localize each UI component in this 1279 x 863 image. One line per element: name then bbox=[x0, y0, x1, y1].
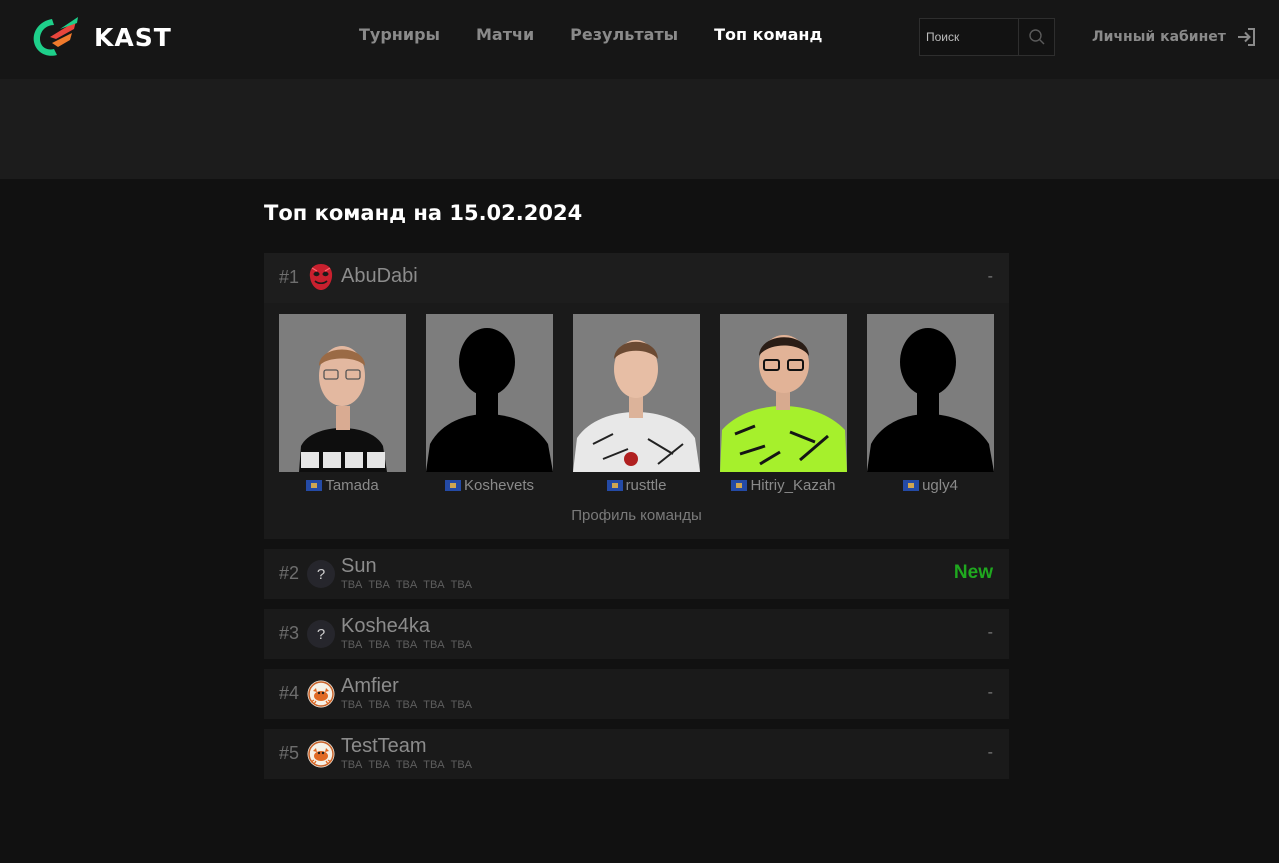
top-header: KAST Турниры Матчи Результаты Топ команд… bbox=[0, 0, 1279, 79]
team-row-sun[interactable]: #2 ? Sun TBA TBA TBA TBA TBA New bbox=[264, 549, 1009, 599]
question-logo-icon: ? bbox=[307, 620, 335, 648]
nav-results[interactable]: Результаты bbox=[570, 25, 678, 44]
team-trend: - bbox=[987, 268, 993, 285]
team-name[interactable]: Koshe4ka bbox=[341, 615, 430, 638]
kosovo-flag-icon bbox=[444, 480, 461, 491]
personal-cabinet-link[interactable]: Личный кабинет bbox=[1092, 27, 1256, 47]
player-name: Hitriy_Kazah bbox=[750, 477, 836, 494]
player-name: Koshevets bbox=[463, 477, 535, 494]
kosovo-flag-icon bbox=[731, 480, 748, 491]
team-name[interactable]: TestTeam bbox=[341, 735, 427, 758]
player-photo bbox=[279, 314, 406, 472]
player-name: rusttle bbox=[625, 477, 667, 494]
team-rank: #4 bbox=[279, 683, 300, 703]
team-rank: #3 bbox=[279, 623, 300, 643]
player-silhouette-icon bbox=[867, 314, 994, 472]
kast-logo-icon bbox=[33, 17, 78, 56]
nav-tournaments[interactable]: Турниры bbox=[359, 25, 440, 44]
team-card-abudabi: #1 AbuDabi - Tamada Koshevets rusttle Hi… bbox=[264, 253, 1009, 539]
kast-logo[interactable]: KAST bbox=[30, 15, 172, 59]
team-name[interactable]: Sun bbox=[341, 555, 377, 578]
personal-cabinet-label: Личный кабинет bbox=[1092, 29, 1226, 45]
red-mask-logo-icon bbox=[309, 264, 333, 290]
player-card[interactable]: Hitriy_Kazah bbox=[720, 314, 847, 494]
kosovo-flag-icon bbox=[903, 480, 920, 491]
team-trend: - bbox=[987, 744, 993, 761]
team-rank: #1 bbox=[279, 267, 300, 287]
nav-top-teams[interactable]: Топ команд bbox=[714, 25, 822, 44]
player-card[interactable]: Koshevets bbox=[426, 314, 553, 494]
brand-name: KAST bbox=[94, 22, 172, 52]
player-name: Tamada bbox=[325, 477, 379, 494]
team-trend-new: New bbox=[953, 562, 993, 583]
banner-area bbox=[0, 79, 1279, 179]
page-title: Топ команд на 15.02.2024 bbox=[264, 201, 583, 225]
player-name: ugly4 bbox=[922, 477, 958, 494]
team-row-koshe4ka[interactable]: #3 ? Koshe4ka TBA TBA TBA TBA TBA - bbox=[264, 609, 1009, 659]
team-trend: - bbox=[987, 684, 993, 701]
team-player-list: TBA TBA TBA TBA TBA bbox=[341, 759, 473, 771]
team-name[interactable]: AbuDabi bbox=[341, 265, 418, 288]
team-rank: #2 bbox=[279, 563, 300, 583]
player-photo bbox=[720, 314, 847, 472]
search-input[interactable] bbox=[920, 19, 1018, 55]
team-profile-link[interactable]: Профиль команды bbox=[264, 507, 1009, 524]
team-player-list: TBA TBA TBA TBA TBA bbox=[341, 579, 473, 591]
crab-logo-icon bbox=[307, 680, 335, 708]
player-card[interactable]: Tamada bbox=[279, 314, 406, 494]
kosovo-flag-icon bbox=[606, 480, 623, 491]
player-card[interactable]: ugly4 bbox=[867, 314, 994, 494]
player-card[interactable]: rusttle bbox=[573, 314, 700, 494]
login-icon bbox=[1237, 28, 1255, 46]
team-trend: - bbox=[987, 624, 993, 641]
team-row-testteam[interactable]: #5 TestTeam TBA TBA TBA TBA TBA - bbox=[264, 729, 1009, 779]
kosovo-flag-icon bbox=[306, 480, 323, 491]
team-name[interactable]: Amfier bbox=[341, 675, 399, 698]
player-photo bbox=[573, 314, 700, 472]
main-nav: Турниры Матчи Результаты Топ команд bbox=[359, 25, 858, 44]
team-row-amfier[interactable]: #4 Amfier TBA TBA TBA TBA TBA - bbox=[264, 669, 1009, 719]
nav-matches[interactable]: Матчи bbox=[476, 25, 534, 44]
team-player-list: TBA TBA TBA TBA TBA bbox=[341, 639, 473, 651]
search-button[interactable] bbox=[1018, 19, 1054, 55]
crab-logo-icon bbox=[307, 740, 335, 768]
team-player-list: TBA TBA TBA TBA TBA bbox=[341, 699, 473, 711]
player-silhouette-icon bbox=[426, 314, 553, 472]
team-rank: #5 bbox=[279, 743, 300, 763]
team-roster: Tamada Koshevets rusttle Hitriy_Kazah ug… bbox=[279, 314, 994, 494]
search-box bbox=[919, 18, 1055, 56]
question-logo-icon: ? bbox=[307, 560, 335, 588]
search-icon bbox=[1028, 29, 1044, 45]
team-header[interactable]: #1 AbuDabi - bbox=[264, 253, 1009, 303]
